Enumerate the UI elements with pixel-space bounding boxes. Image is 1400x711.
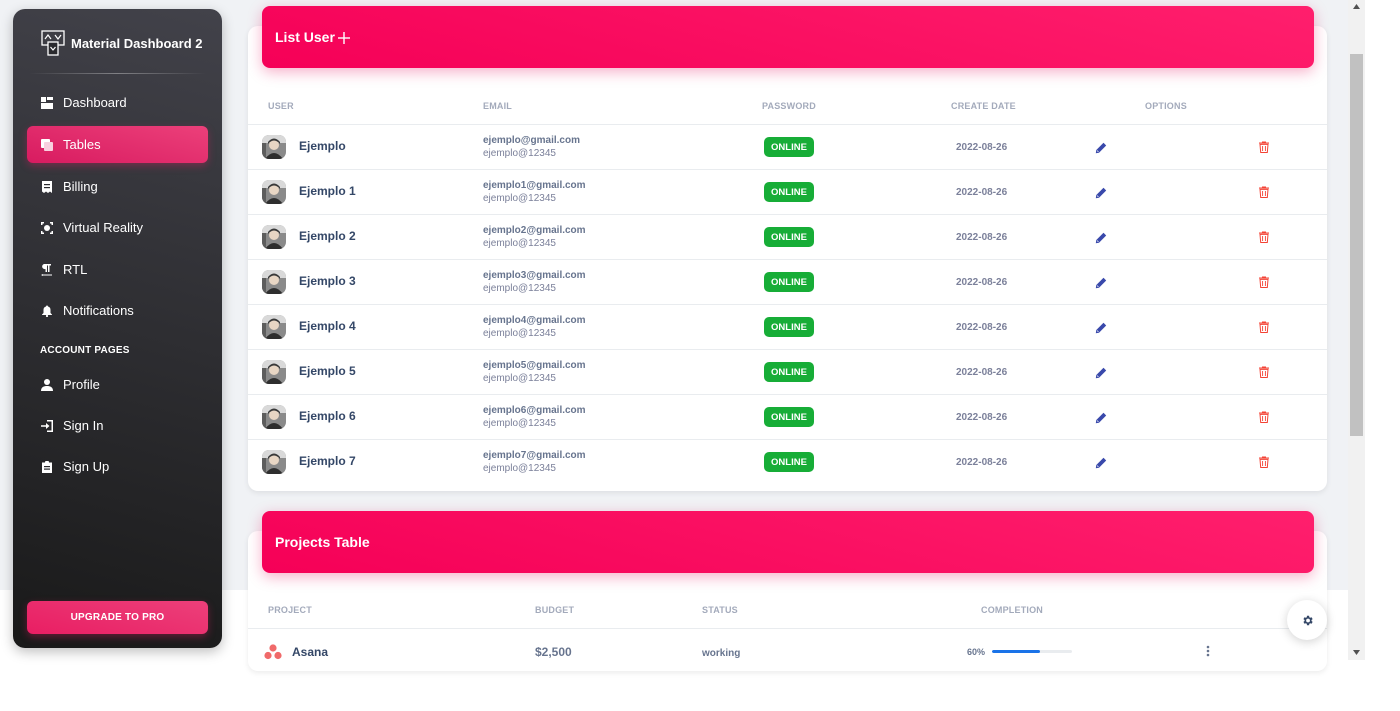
receipt-icon — [40, 180, 53, 193]
sidebar-item-profile[interactable]: Profile — [27, 366, 208, 403]
sidebar-item-dashboard[interactable]: Dashboard — [27, 84, 208, 121]
sidebar-item-sign-in[interactable]: Sign In — [27, 407, 208, 444]
login-icon — [40, 419, 53, 432]
format-textdirection-icon — [40, 263, 53, 276]
sidebar-item-label: RTL — [63, 262, 88, 277]
brand[interactable]: Material Dashboard 2 — [41, 29, 203, 57]
sidebar: Material Dashboard 2 Dashboard Tables Bi… — [13, 9, 222, 648]
sidebar-item-label: Virtual Reality — [63, 220, 143, 235]
sidebar-item-tables[interactable]: Tables — [27, 126, 208, 163]
sidebar-item-label: Sign In — [63, 418, 104, 433]
settings-button[interactable] — [1287, 600, 1327, 640]
scroll-up-arrow-icon[interactable] — [1350, 0, 1363, 12]
project-status: working — [702, 648, 741, 659]
asana-logo-icon — [264, 644, 282, 660]
project-name: Asana — [292, 645, 329, 659]
sidebar-item-notifications[interactable]: Notifications — [27, 292, 208, 329]
upgrade-to-pro-button[interactable]: UPGRADE TO PRO — [27, 601, 208, 634]
row-divider — [248, 628, 1327, 629]
sidebar-item-virtual-reality[interactable]: Virtual Reality — [27, 209, 208, 246]
dashboard-icon — [40, 96, 53, 109]
scrollbar-thumb[interactable] — [1350, 54, 1363, 436]
sidebar-item-label: Profile — [63, 377, 100, 392]
more-options-icon[interactable] — [1205, 644, 1211, 658]
scroll-down-arrow-icon[interactable] — [1350, 646, 1363, 658]
dashboard-logo-icon — [41, 30, 65, 56]
section-title-account-pages: ACCOUNT PAGES — [40, 345, 130, 356]
view-in-ar-icon — [40, 221, 53, 234]
completion-label: 60% — [967, 647, 986, 657]
assignment-icon — [40, 460, 53, 473]
notifications-icon — [40, 304, 53, 317]
table-view-icon — [40, 138, 53, 151]
projects-table: PROJECT BUDGET STATUS COMPLETION Asana $… — [248, 0, 1327, 660]
column-header-completion: COMPLETION — [981, 605, 1043, 615]
sidebar-item-rtl[interactable]: RTL — [27, 251, 208, 288]
sidebar-item-sign-up[interactable]: Sign Up — [27, 448, 208, 485]
brand-name: Material Dashboard 2 — [71, 35, 203, 51]
column-header-status: STATUS — [702, 605, 738, 615]
completion-progress-fill — [992, 650, 1040, 653]
gear-icon — [1301, 614, 1314, 627]
completion-progress-bar — [992, 650, 1072, 653]
sidebar-item-label: Dashboard — [63, 95, 127, 110]
column-header-project: PROJECT — [268, 605, 312, 615]
sidebar-item-label: Billing — [63, 179, 98, 194]
project-budget: $2,500 — [535, 645, 572, 659]
column-header-budget: BUDGET — [535, 605, 575, 615]
sidebar-item-label: Tables — [63, 137, 101, 152]
sidebar-item-label: Sign Up — [63, 459, 110, 474]
sidebar-item-billing[interactable]: Billing — [27, 168, 208, 205]
person-icon — [40, 378, 53, 391]
divider — [29, 73, 206, 74]
sidebar-item-label: Notifications — [63, 303, 134, 318]
